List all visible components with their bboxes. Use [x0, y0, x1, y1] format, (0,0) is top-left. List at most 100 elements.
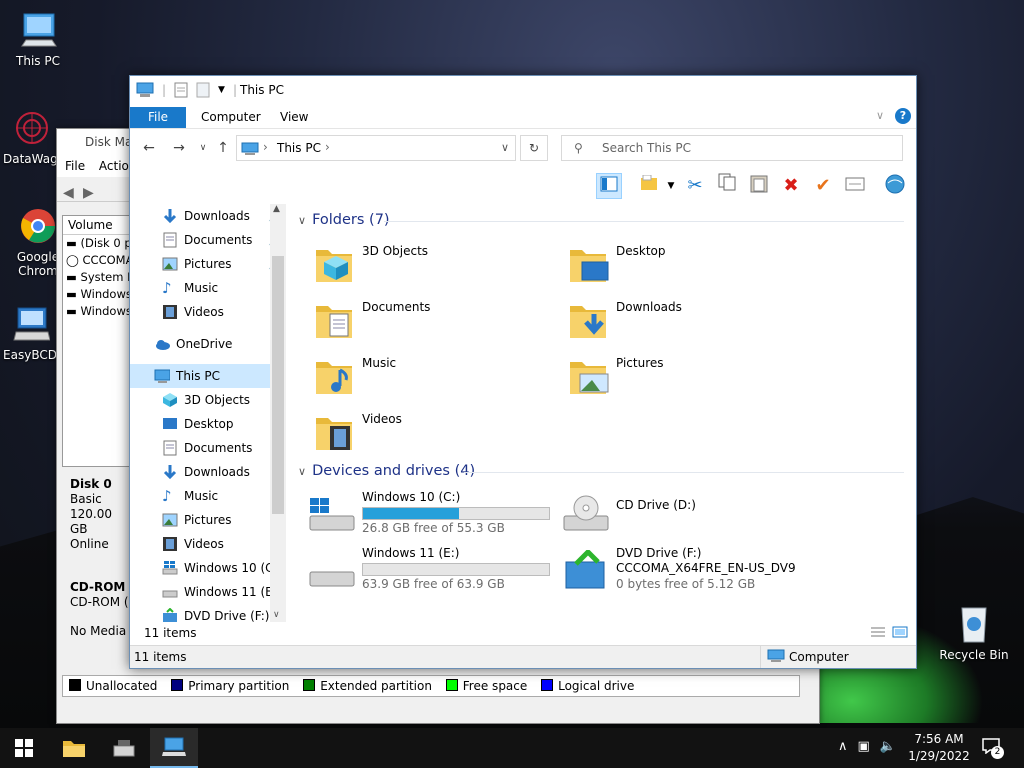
address-dropdown-icon[interactable]: ∨: [501, 141, 509, 154]
clock[interactable]: 7:56 AM 1/29/2022: [904, 731, 974, 765]
legend-swatch: [445, 679, 458, 691]
network-icon[interactable]: ▣: [858, 739, 870, 754]
tab-computer[interactable]: Computer: [201, 107, 261, 128]
legend-extended: Extended partition: [303, 679, 432, 693]
help-icon[interactable]: ?: [895, 108, 911, 124]
drive-c[interactable]: Windows 10 (C:) 26.8 GB free of 55.3 GB: [308, 490, 558, 542]
breadcrumb-this-pc[interactable]: This PC: [277, 141, 321, 155]
folder-options-dropdown-icon[interactable]: ▼: [658, 173, 684, 199]
drive-label: Windows 10 (C:): [362, 490, 461, 504]
up-arrow-icon[interactable]: ↑: [214, 139, 232, 157]
back-arrow-icon[interactable]: ◀: [63, 185, 74, 201]
action-center-button[interactable]: 2: [982, 736, 1008, 760]
nav-item-dvd-drive[interactable]: DVD Drive (F:) C(: [130, 604, 286, 622]
taskbar-disk-management[interactable]: [100, 728, 148, 768]
folder-videos[interactable]: Videos: [290, 408, 530, 460]
show-hidden-icons-chevron-icon[interactable]: ∧: [838, 739, 848, 754]
explorer-window[interactable]: | ▼ | This PC File Computer View ∨ ? ← →…: [129, 75, 917, 669]
properties-icon[interactable]: [842, 173, 868, 199]
drive-e[interactable]: Windows 11 (E:) 63.9 GB free of 63.9 GB: [308, 546, 558, 598]
taskbar-file-explorer[interactable]: [50, 728, 98, 768]
navigation-pane[interactable]: Downloads📌 Documents📌 Pictures📌 ♪Music V…: [130, 204, 286, 622]
volume-row[interactable]: ▬ Windows: [63, 303, 133, 320]
disk0-type: Basic: [70, 492, 102, 506]
new-folder-icon[interactable]: [196, 82, 210, 98]
search-input[interactable]: ⚲ Search This PC: [561, 135, 903, 161]
nav-item-downloads[interactable]: Downloads: [130, 460, 286, 484]
volume-row[interactable]: ▬ System R: [63, 269, 133, 286]
scroll-up-icon[interactable]: ▲: [273, 204, 280, 214]
forward-arrow-icon[interactable]: →: [170, 139, 188, 157]
volume-list[interactable]: Volume ▬ (Disk 0 pa ◯ CCCOMA ▬ System R …: [62, 215, 134, 467]
cdrom-info[interactable]: CD-ROM CD-ROM (D No Media: [62, 552, 132, 639]
folder-3d-objects[interactable]: 3D Objects: [290, 240, 530, 292]
large-icons-view-icon[interactable]: [892, 626, 908, 638]
collapse-chevron-icon[interactable]: ∨: [298, 214, 306, 227]
tab-view[interactable]: View: [280, 107, 308, 128]
recent-locations-chevron-icon[interactable]: ∨: [194, 139, 212, 157]
scrollbar-thumb[interactable]: [272, 256, 284, 514]
nav-item-documents[interactable]: Documents📌: [130, 228, 286, 252]
notification-count: 2: [991, 746, 1004, 759]
menu-file[interactable]: File: [65, 159, 85, 173]
nav-item-drive-e[interactable]: Windows 11 (E:): [130, 580, 286, 604]
volume-row[interactable]: ▬ (Disk 0 pa: [63, 235, 133, 252]
nav-item-desktop[interactable]: Desktop: [130, 412, 286, 436]
nav-item-music[interactable]: ♪ Music: [130, 484, 286, 508]
nav-item-onedrive[interactable]: OneDrive: [130, 332, 286, 356]
properties-icon[interactable]: [174, 82, 188, 98]
details-view-icon[interactable]: [870, 626, 886, 638]
drive-f[interactable]: DVD Drive (F:) CCCOMA_X64FRE_EN-US_DV9 0…: [562, 546, 812, 598]
drive-d[interactable]: CD Drive (D:): [562, 490, 812, 542]
nav-item-3d-objects[interactable]: 3D Objects: [130, 388, 286, 412]
document-icon: [163, 440, 177, 456]
breadcrumb-chevron-icon[interactable]: ›: [263, 140, 268, 154]
folder-music[interactable]: Music: [290, 352, 530, 404]
scroll-down-icon[interactable]: ∨: [273, 610, 280, 620]
nav-item-drive-c[interactable]: Windows 10 (C:): [130, 556, 286, 580]
desktop-icon-recycle-bin[interactable]: Recycle Bin: [936, 604, 1012, 662]
preview-pane-icon[interactable]: [596, 173, 622, 199]
folder-3d-objects-icon: [316, 250, 352, 282]
nav-item-pictures[interactable]: Pictures: [130, 508, 286, 532]
content-pane[interactable]: ∨ Folders (7) 3D Objects Desktop Document…: [290, 204, 912, 620]
refresh-button[interactable]: ↻: [520, 135, 548, 161]
copy-icon[interactable]: [714, 173, 740, 199]
nav-item-documents[interactable]: Documents: [130, 436, 286, 460]
folders-group-header[interactable]: ∨ Folders (7): [298, 212, 390, 228]
address-bar[interactable]: › This PC › ∨: [236, 135, 516, 161]
rename-icon[interactable]: ✔: [810, 173, 836, 199]
devices-group-header[interactable]: ∨ Devices and drives (4): [298, 463, 475, 479]
folder-downloads[interactable]: Downloads: [544, 296, 784, 348]
forward-arrow-icon[interactable]: ▶: [83, 185, 94, 201]
desktop-icon-this-pc[interactable]: This PC: [0, 10, 76, 68]
network-icon[interactable]: [882, 173, 908, 199]
breadcrumb-chevron-icon[interactable]: ›: [325, 140, 330, 154]
explorer-titlebar[interactable]: | ▼ | This PC: [130, 76, 916, 104]
taskbar-this-pc[interactable]: [150, 728, 198, 768]
cut-icon[interactable]: ✂: [682, 173, 708, 199]
nav-item-videos[interactable]: Videos: [130, 300, 286, 324]
delete-icon[interactable]: ✖: [778, 173, 804, 199]
start-button[interactable]: [0, 728, 48, 768]
nav-item-this-pc[interactable]: This PC: [130, 364, 286, 388]
tab-file[interactable]: File: [130, 107, 186, 128]
folder-documents[interactable]: Documents: [290, 296, 530, 348]
volume-column-header[interactable]: Volume: [63, 216, 133, 235]
ribbon-expand-icon[interactable]: ∨: [876, 109, 884, 122]
folder-pictures[interactable]: Pictures: [544, 352, 784, 404]
nav-item-downloads[interactable]: Downloads📌: [130, 204, 286, 228]
nav-item-music[interactable]: ♪ Music: [130, 276, 286, 300]
qat-dropdown-icon[interactable]: ▼: [218, 85, 225, 95]
back-arrow-icon[interactable]: ←: [140, 139, 158, 157]
collapse-chevron-icon[interactable]: ∨: [298, 465, 306, 478]
folder-desktop[interactable]: Desktop: [544, 240, 784, 292]
volume-row[interactable]: ▬ Windows: [63, 286, 133, 303]
paste-icon[interactable]: [746, 173, 772, 199]
navigation-scrollbar[interactable]: ▲ ∨: [270, 204, 286, 622]
volume-row[interactable]: ◯ CCCOMA: [63, 252, 133, 269]
nav-item-pictures[interactable]: Pictures📌: [130, 252, 286, 276]
disk0-info[interactable]: Disk 0 Basic 120.00 GB Online: [62, 467, 132, 552]
volume-muted-icon[interactable]: 🔈: [880, 739, 896, 754]
nav-item-videos[interactable]: Videos: [130, 532, 286, 556]
